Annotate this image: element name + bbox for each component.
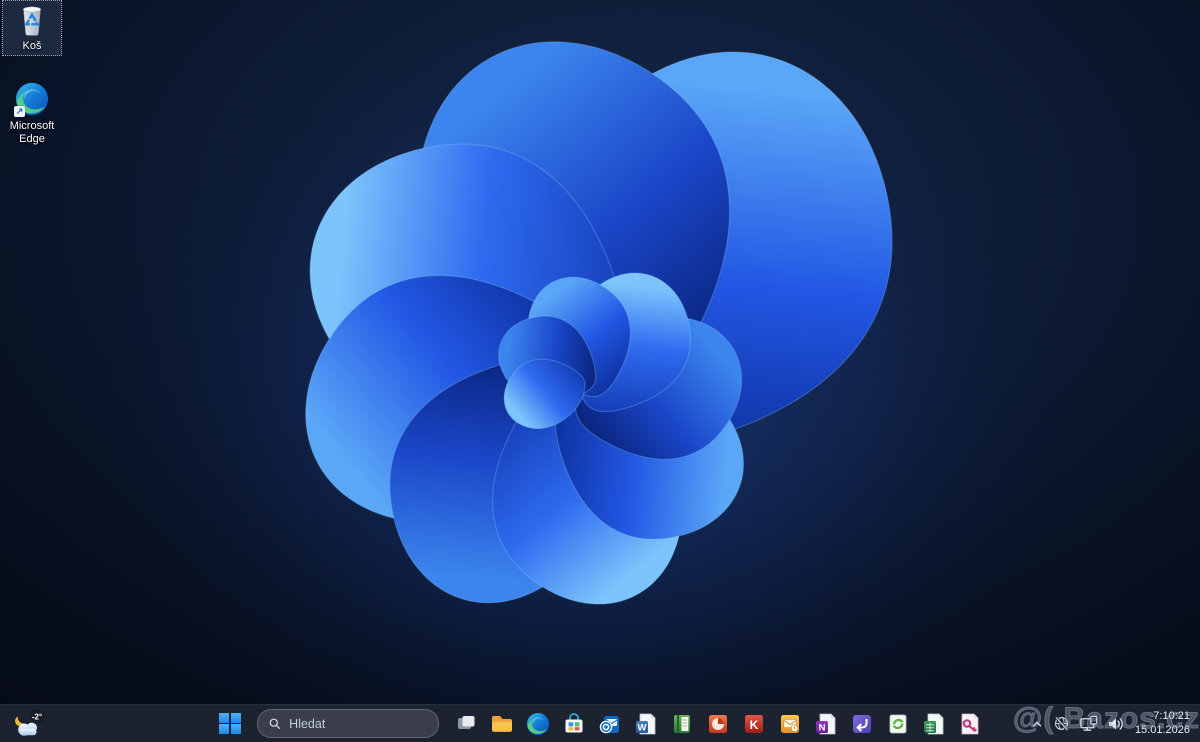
purple-arrow-app-button[interactable] [844, 707, 880, 740]
bloom-wallpaper-art [105, 20, 1065, 705]
outlook-button[interactable] [592, 707, 628, 740]
purple-arrow-app-icon [853, 714, 871, 733]
network-status-button[interactable] [1049, 708, 1074, 739]
desktop-icon-recycle-bin[interactable]: Koš [2, 0, 62, 56]
outlook-2007-button[interactable] [772, 707, 808, 740]
file-explorer-button[interactable] [484, 707, 520, 740]
display-device-button[interactable] [1075, 708, 1102, 739]
svg-text:W: W [638, 722, 647, 733]
desktop-icon-label: Microsoft Edge [9, 120, 55, 145]
edge-icon [527, 712, 549, 735]
taskbar: -2° Hledat W K N 7:10:21 15.01.2026 [0, 704, 1200, 742]
no-internet-icon [1054, 716, 1069, 731]
recycle-bin-icon [23, 6, 41, 36]
outlook-2007-icon [781, 714, 799, 733]
file-explorer-icon [492, 715, 512, 732]
volume-icon [1108, 717, 1123, 730]
chevron-up-icon [1032, 721, 1042, 726]
search-input[interactable] [287, 715, 427, 732]
outlook-icon [599, 715, 619, 733]
microsoft-store-icon [565, 712, 583, 732]
word-2007-button[interactable]: W [628, 707, 664, 740]
widgets-weather-button[interactable]: -2° [6, 705, 70, 742]
powerpoint-icon [709, 714, 727, 733]
volume-button[interactable] [1103, 708, 1129, 739]
svg-text:N: N [819, 722, 826, 733]
desktop-wallpaper: Koš ↗ Microsoft Edge [0, 0, 1200, 705]
search-icon [269, 718, 280, 729]
task-view-icon [458, 715, 475, 729]
tray-time: 7:10:21 [1153, 710, 1190, 722]
access-icon [961, 713, 979, 734]
hidden-icons-chevron-button[interactable] [1026, 708, 1048, 739]
svg-text:K: K [750, 718, 759, 732]
tray-date: 15.01.2026 [1134, 723, 1190, 736]
excel-icon [924, 713, 944, 734]
access-2007-button[interactable] [952, 707, 988, 740]
desktop-icon-label: Koš [22, 40, 42, 52]
task-view-button[interactable] [448, 707, 484, 740]
word-icon: W [636, 713, 656, 734]
onenote-2007-button[interactable]: N [808, 707, 844, 740]
onenote-icon: N [816, 713, 836, 734]
taskbar-search[interactable] [257, 709, 439, 738]
red-k-app-button[interactable]: K [736, 707, 772, 740]
display-icon [1080, 715, 1098, 731]
temperature-badge: -2° [32, 712, 42, 721]
green-notebook-button[interactable] [664, 707, 700, 740]
excel-2007-button[interactable] [916, 707, 952, 740]
groove-2007-button[interactable] [880, 707, 916, 740]
red-k-app-icon: K [745, 714, 763, 733]
system-tray: 7:10:21 15.01.2026 [1026, 705, 1196, 742]
start-button[interactable] [212, 707, 248, 740]
weather-icon: -2° [15, 708, 45, 736]
edge-taskbar-button[interactable] [520, 707, 556, 740]
notebook-icon [674, 714, 690, 733]
shortcut-arrow-icon: ↗ [14, 106, 25, 117]
desktop-icon-edge[interactable]: ↗ Microsoft Edge [2, 78, 62, 149]
groove-icon [889, 714, 907, 733]
clock[interactable]: 7:10:21 15.01.2026 [1130, 708, 1196, 739]
taskbar-center-group: W K [212, 705, 988, 742]
powerpoint-2007-button[interactable] [700, 707, 736, 740]
microsoft-store-button[interactable] [556, 707, 592, 740]
windows-logo-icon [219, 712, 241, 735]
